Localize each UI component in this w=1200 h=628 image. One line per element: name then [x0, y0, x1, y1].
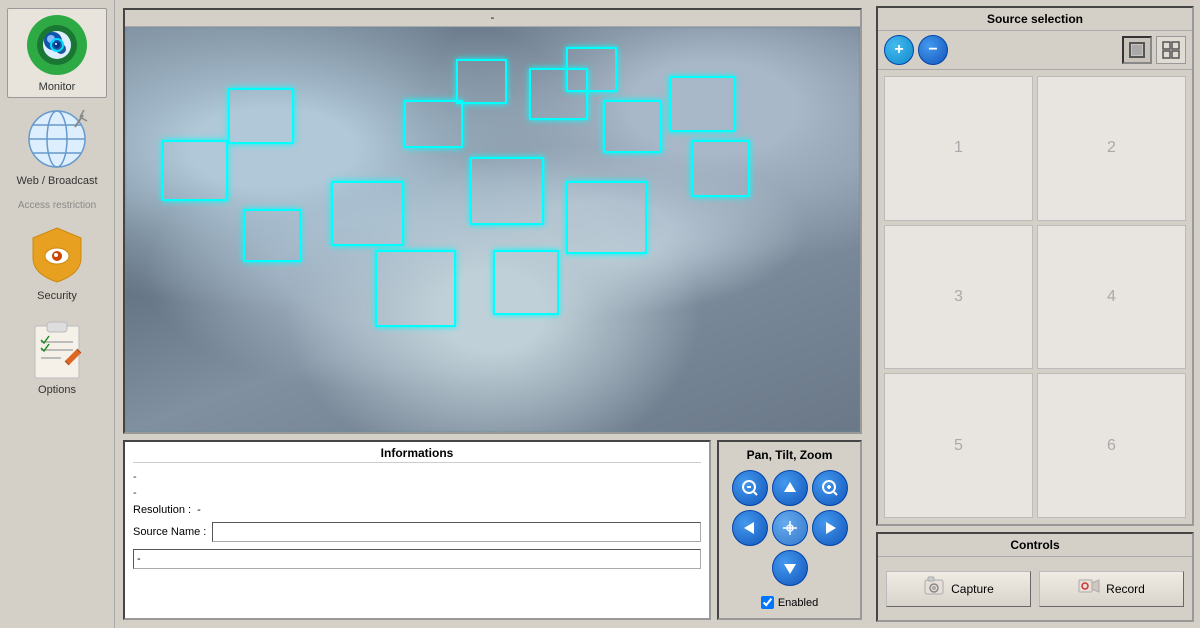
controls-title: Controls	[878, 534, 1192, 557]
sidebar-item-options[interactable]: Options	[7, 311, 107, 401]
source-name-label: Source Name :	[133, 526, 206, 538]
record-label: Record	[1106, 582, 1145, 596]
source-cell-1[interactable]: 1	[884, 76, 1033, 221]
add-icon: +	[894, 41, 903, 59]
detection-box-10	[669, 76, 735, 133]
ptz-enabled-label: Enabled	[778, 597, 818, 609]
bottom-row: Informations - - Resolution : - Source N…	[123, 440, 862, 620]
access-restriction-label: Access restriction	[4, 196, 110, 213]
video-title-bar: -	[125, 10, 860, 27]
ptz-down-button[interactable]	[772, 550, 808, 586]
detection-box-11	[691, 140, 750, 197]
source-cell-6-label: 6	[1107, 437, 1116, 455]
ptz-center-button[interactable]	[772, 510, 808, 546]
controls-panel: Controls Capture	[876, 532, 1194, 622]
source-cell-2-label: 2	[1107, 139, 1116, 157]
detection-box-12	[566, 181, 647, 254]
monitor-label: Monitor	[39, 81, 76, 93]
ptz-empty-2	[812, 550, 848, 586]
detection-box-1	[162, 140, 228, 201]
video-title: -	[491, 12, 495, 24]
options-icon	[25, 316, 89, 380]
sidebar-item-web-broadcast[interactable]: Web / Broadcast	[7, 102, 107, 192]
ptz-zoom-in-button[interactable]	[812, 470, 848, 506]
source-name-row: Source Name :	[133, 522, 701, 542]
security-label: Security	[37, 290, 77, 302]
resolution-value: -	[197, 504, 201, 516]
source-selection-title: Source selection	[878, 8, 1192, 31]
source-cell-4-label: 4	[1107, 288, 1116, 306]
capture-button[interactable]: Capture	[886, 571, 1031, 607]
options-label: Options	[38, 384, 76, 396]
sidebar-item-monitor[interactable]: Monitor	[7, 8, 107, 98]
resolution-label: Resolution :	[133, 504, 191, 516]
video-container: -	[123, 8, 862, 434]
info-panel: Informations - - Resolution : - Source N…	[123, 440, 711, 620]
source-cell-6[interactable]: 6	[1037, 373, 1186, 518]
detection-box-13	[470, 157, 544, 226]
info-panel-title: Informations	[133, 446, 701, 463]
source-cell-3[interactable]: 3	[884, 225, 1033, 370]
right-panel: Source selection + − 1	[870, 0, 1200, 628]
sidebar-item-security[interactable]: Security	[7, 217, 107, 307]
source-toolbar: + −	[878, 31, 1192, 70]
detection-box-6	[456, 59, 507, 104]
remove-icon: −	[928, 41, 937, 59]
web-broadcast-label: Web / Broadcast	[16, 175, 97, 187]
detection-box-9	[603, 100, 662, 153]
add-source-button[interactable]: +	[884, 35, 914, 65]
ptz-grid	[732, 470, 848, 586]
ptz-enabled-row: Enabled	[761, 596, 818, 609]
source-view-grid-button[interactable]	[1156, 36, 1186, 64]
security-icon	[25, 222, 89, 286]
ptz-panel: Pan, Tilt, Zoom	[717, 440, 862, 620]
source-cell-3-label: 3	[954, 288, 963, 306]
source-cell-1-label: 1	[954, 139, 963, 157]
record-button[interactable]: Record	[1039, 571, 1184, 607]
source-name-input[interactable]	[212, 522, 701, 542]
ptz-enabled-checkbox[interactable]	[761, 596, 774, 609]
ptz-zoom-out-button[interactable]	[732, 470, 768, 506]
web-broadcast-icon	[25, 107, 89, 171]
info-line-1: -	[133, 471, 701, 483]
source-cell-5-label: 5	[954, 437, 963, 455]
ptz-left-button[interactable]	[732, 510, 768, 546]
detection-box-4	[331, 181, 405, 246]
source-grid: 1 2 3 4 5 6	[878, 70, 1192, 524]
source-selection: Source selection + − 1	[876, 6, 1194, 526]
source-cell-5[interactable]: 5	[884, 373, 1033, 518]
sidebar: Monitor Web / Broadcast Access restricti…	[0, 0, 115, 628]
bottom-input[interactable]	[133, 549, 701, 569]
monitor-icon	[25, 13, 89, 77]
source-cell-4[interactable]: 4	[1037, 225, 1186, 370]
ptz-panel-title: Pan, Tilt, Zoom	[747, 448, 833, 462]
controls-buttons: Capture Record	[878, 557, 1192, 620]
source-cell-2[interactable]: 2	[1037, 76, 1186, 221]
capture-label: Capture	[951, 582, 994, 596]
detection-box-2	[228, 88, 294, 145]
top-row: -	[123, 8, 862, 434]
main-content: -	[115, 0, 870, 628]
ptz-right-button[interactable]	[812, 510, 848, 546]
info-line-2: -	[133, 487, 701, 499]
resolution-row: Resolution : -	[133, 504, 701, 516]
source-view-single-button[interactable]	[1122, 36, 1152, 64]
detection-box-14	[375, 250, 456, 327]
remove-source-button[interactable]: −	[918, 35, 948, 65]
detection-box-8	[566, 47, 617, 92]
video-frame	[125, 27, 860, 432]
detection-box-3	[243, 209, 302, 262]
capture-icon	[923, 575, 945, 602]
record-icon	[1078, 575, 1100, 602]
detection-box-5	[404, 100, 463, 149]
ptz-empty-1	[732, 550, 768, 586]
detection-box-15	[493, 250, 559, 315]
ptz-up-button[interactable]	[772, 470, 808, 506]
